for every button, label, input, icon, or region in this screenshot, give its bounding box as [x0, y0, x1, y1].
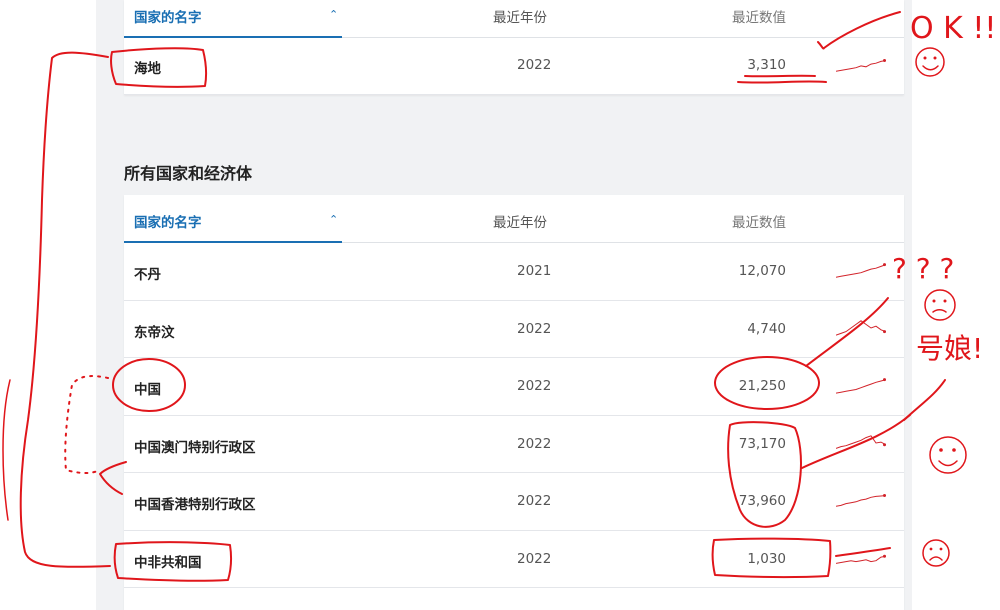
country-name[interactable]: 中非共和国: [134, 551, 202, 571]
connector-annotation: [2, 379, 11, 521]
sparkline-endpoint: [883, 263, 886, 267]
sparkline-path: [836, 379, 886, 394]
latest-year: 2022: [517, 57, 552, 73]
sparkline-path: [836, 555, 886, 564]
sparkline-path: [836, 264, 886, 278]
latest-value: 21,250: [738, 378, 786, 394]
trend-sparkline: [836, 494, 886, 507]
column-header-value[interactable]: 最近数值: [732, 211, 786, 231]
screenshot-stage: 国家的名字 ⌃ 最近年份 最近数值 海地 2022 3,310 所有国家和经济体…: [0, 0, 1000, 610]
sparkline-endpoint: [883, 59, 886, 62]
trend-sparkline: [836, 263, 886, 278]
sparkline-endpoint: [883, 378, 886, 382]
side-note: 号娘!: [916, 332, 983, 365]
trend-sparkline: [836, 434, 886, 449]
latest-year: 2022: [517, 320, 552, 337]
table-row[interactable]: 中国 2022 21,250: [124, 358, 904, 416]
smiley-icon: [929, 436, 967, 474]
ok-note: O K !!!: [910, 11, 1000, 46]
sparkline-path: [836, 495, 886, 507]
all-countries-table-header: 国家的名字 ⌃ 最近年份 最近数值: [124, 195, 904, 243]
filtered-table-header: 国家的名字 ⌃ 最近年份 最近数值: [124, 0, 904, 38]
section-title: 所有国家和经济体: [124, 164, 253, 183]
country-name[interactable]: 不丹: [134, 263, 161, 283]
country-name[interactable]: 中国澳门特别行政区: [134, 436, 256, 456]
latest-value: 12,070: [738, 263, 786, 279]
latest-year: 2021: [517, 263, 552, 279]
latest-value: 1,030: [747, 550, 786, 567]
table-row[interactable]: 中非共和国 2022 1,030: [124, 531, 904, 588]
sort-ascending-icon[interactable]: ⌃: [329, 213, 338, 226]
country-name[interactable]: 东帝汶: [134, 321, 175, 341]
column-header-name[interactable]: 国家的名字: [134, 211, 202, 231]
column-header-year[interactable]: 最近年份: [493, 6, 547, 26]
column-header-value[interactable]: 最近数值: [732, 6, 786, 26]
table-row[interactable]: 中国香港特别行政区 2022 73,960: [124, 473, 904, 531]
table-row[interactable]: 东帝汶 2022 4,740: [124, 301, 904, 358]
all-countries-table-card: 国家的名字 ⌃ 最近年份 最近数值 不丹 2021 12,070 东帝汶 202…: [124, 195, 904, 610]
sparkline-endpoint: [883, 554, 886, 558]
table-row[interactable]: 不丹 2021 12,070: [124, 243, 904, 301]
latest-year: 2022: [517, 550, 552, 567]
sparkline-path: [836, 319, 886, 336]
country-name[interactable]: 中国香港特别行政区: [134, 493, 256, 513]
trend-sparkline: [836, 319, 886, 336]
latest-value: 4,740: [747, 320, 786, 337]
country-name[interactable]: 海地: [134, 57, 161, 77]
latest-year: 2022: [517, 493, 552, 509]
trend-sparkline: [836, 554, 886, 564]
sparkline-path: [836, 60, 886, 72]
trend-sparkline: [836, 59, 886, 72]
latest-value: 73,960: [738, 493, 786, 509]
latest-value: 73,170: [738, 435, 786, 452]
table-row[interactable]: 海地 2022 3,310: [124, 38, 904, 95]
trend-sparkline: [836, 378, 886, 394]
filtered-table-card: 国家的名字 ⌃ 最近年份 最近数值 海地 2022 3,310: [124, 0, 904, 95]
column-header-year[interactable]: 最近年份: [493, 211, 547, 231]
sparkline-endpoint: [883, 494, 886, 497]
sort-ascending-icon[interactable]: ⌃: [329, 8, 338, 21]
country-name[interactable]: 中国: [134, 378, 161, 398]
smiley-icon: [915, 47, 945, 77]
sparkline-path: [836, 434, 886, 449]
table-row[interactable]: 中国澳门特别行政区 2022 73,170: [124, 416, 904, 473]
column-header-name[interactable]: 国家的名字: [134, 6, 202, 26]
latest-value: 3,310: [747, 57, 786, 73]
latest-year: 2022: [517, 435, 552, 452]
sparkline-endpoint: [883, 442, 886, 446]
worried-face-icon: [924, 289, 956, 321]
sad-face-icon: [922, 539, 950, 567]
latest-year: 2022: [517, 378, 552, 394]
sparkline-endpoint: [883, 329, 886, 333]
